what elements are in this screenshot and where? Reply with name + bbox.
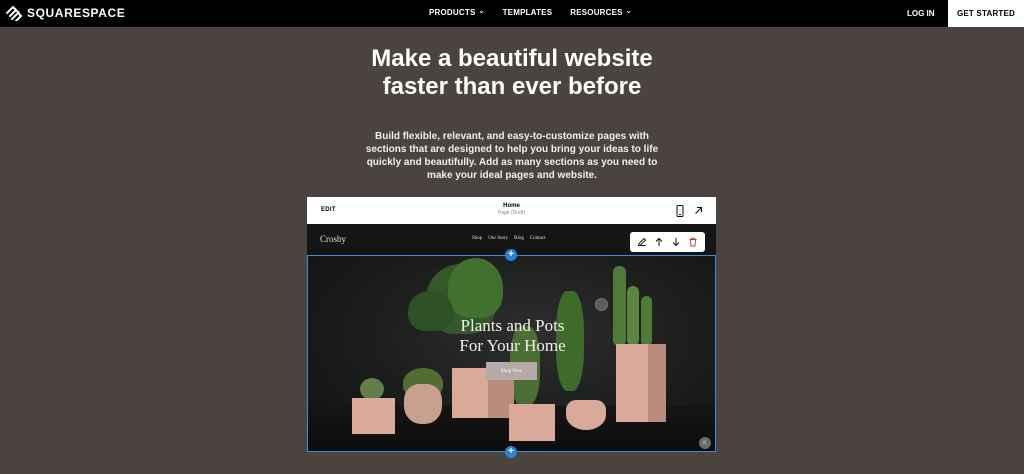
nav-resources-label: RESOURCES — [570, 8, 623, 17]
site-nav-shop[interactable]: Shop — [472, 236, 482, 241]
mobile-preview-icon[interactable] — [676, 205, 684, 217]
image-focal-point-handle[interactable] — [595, 298, 608, 311]
arrow-up-icon[interactable] — [654, 237, 664, 247]
site-nav-contact[interactable]: Contact — [530, 236, 546, 241]
trash-icon[interactable] — [688, 237, 698, 247]
section-toolbar — [630, 232, 705, 252]
editor-preview: EDIT Home Page (Draft) Crosby Shop Our S… — [307, 197, 716, 458]
hero-subcopy: Build flexible, relevant, and easy-to-cu… — [365, 131, 659, 181]
hero-headline: Make a beautiful website faster than eve… — [371, 45, 653, 100]
site-nav-blog[interactable]: Blog — [514, 236, 524, 241]
resize-handle-icon[interactable]: ⇱ — [699, 437, 711, 449]
brand-logo[interactable]: SQUARESPACE — [5, 5, 125, 21]
get-started-button[interactable]: GET STARTED — [948, 0, 1024, 27]
chevron-down-icon: ⌄ — [625, 8, 632, 15]
site-logo: Crosby — [320, 234, 347, 244]
login-link[interactable]: LOG IN — [907, 9, 935, 18]
nav-templates-label: TEMPLATES — [502, 8, 553, 17]
brand-name: SQUARESPACE — [27, 6, 126, 20]
site-nav-our-story[interactable]: Our Story — [488, 236, 508, 241]
nav-resources[interactable]: RESOURCES ⌄ — [570, 8, 632, 17]
banner-title: Plants and Pots For Your Home — [308, 316, 715, 356]
main-nav: PRODUCTS ⌄ TEMPLATES RESOURCES ⌄ — [429, 8, 632, 17]
nav-products-label: PRODUCTS — [429, 8, 476, 17]
pencil-icon[interactable] — [637, 237, 647, 247]
nav-templates[interactable]: TEMPLATES — [503, 8, 553, 17]
nav-products[interactable]: PRODUCTS ⌄ — [429, 8, 485, 17]
banner-title-line-1: Plants and Pots — [460, 316, 565, 335]
site-nav: Shop Our Story Blog Contact — [472, 236, 545, 241]
top-nav: SQUARESPACE PRODUCTS ⌄ TEMPLATES RESOURC… — [0, 0, 1024, 27]
banner-title-line-2: For Your Home — [459, 336, 566, 355]
chevron-down-icon: ⌄ — [478, 8, 485, 15]
add-section-top-button[interactable]: + — [505, 249, 517, 261]
page-title: Home — [503, 203, 520, 209]
arrow-down-icon[interactable] — [671, 237, 681, 247]
add-section-bottom-button[interactable]: + — [505, 446, 517, 458]
banner-section[interactable]: Plants and Pots For Your Home Shop Now ⇱ — [307, 255, 716, 452]
shop-now-button[interactable]: Shop Now — [486, 362, 537, 380]
editor-top-bar: EDIT Home Page (Draft) — [307, 197, 716, 224]
page-status: Page (Draft) — [497, 210, 526, 216]
squarespace-logo-icon — [6, 5, 23, 21]
open-external-icon[interactable] — [694, 206, 703, 215]
